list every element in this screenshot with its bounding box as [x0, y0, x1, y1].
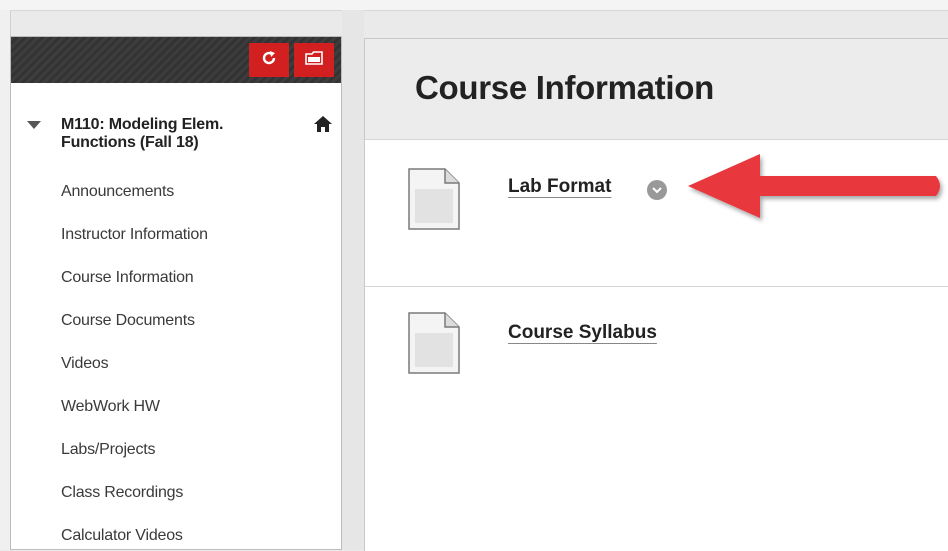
window-frame-top — [0, 0, 948, 11]
annotation-arrow — [682, 150, 948, 231]
document-icon — [407, 167, 461, 236]
sidebar-item-webwork-hw[interactable]: WebWork HW — [61, 398, 160, 416]
content-area: Course Information Lab Format Course Syl… — [364, 38, 948, 551]
sidebar-item-instructor-information[interactable]: Instructor Information — [61, 226, 208, 244]
chevron-down-icon — [651, 181, 663, 199]
panel-divider — [342, 10, 364, 550]
course-title[interactable]: M110: Modeling Elem. Functions (Fall 18) — [61, 116, 281, 152]
item-link-course-syllabus[interactable]: Course Syllabus — [508, 322, 657, 344]
sidebar-item-course-documents[interactable]: Course Documents — [61, 312, 195, 330]
course-menu: M110: Modeling Elem. Functions (Fall 18)… — [10, 36, 342, 550]
folder-view-icon — [305, 50, 323, 71]
refresh-button[interactable] — [249, 43, 289, 77]
document-icon — [407, 311, 461, 380]
sidebar-item-videos[interactable]: Videos — [61, 355, 109, 373]
sidebar-item-labs-projects[interactable]: Labs/Projects — [61, 441, 156, 459]
item-menu-button[interactable] — [647, 180, 667, 200]
page-title: Course Information — [415, 69, 714, 106]
sidebar-item-calculator-videos[interactable]: Calculator Videos — [61, 527, 183, 545]
collapse-triangle-icon[interactable] — [27, 121, 41, 129]
home-icon[interactable] — [313, 115, 333, 138]
refresh-icon — [261, 50, 277, 71]
item-divider — [365, 286, 948, 287]
folder-view-button[interactable] — [294, 43, 334, 77]
sidebar-item-announcements[interactable]: Announcements — [61, 183, 174, 201]
sidebar-item-class-recordings[interactable]: Class Recordings — [61, 484, 183, 502]
course-menu-header — [11, 37, 341, 83]
item-link-lab-format[interactable]: Lab Format — [508, 176, 611, 198]
content-header: Course Information — [365, 39, 948, 140]
sidebar-item-course-information[interactable]: Course Information — [61, 269, 194, 287]
